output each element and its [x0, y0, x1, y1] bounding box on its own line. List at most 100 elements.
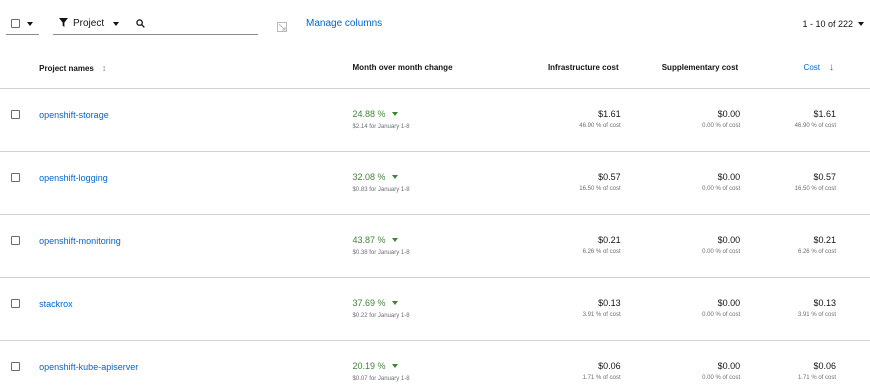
filter-type-label: Project	[73, 18, 105, 29]
column-header-label: Month over month change	[352, 63, 453, 73]
infrastructure-cost-percent: 16.50 % of cost	[579, 185, 621, 192]
infrastructure-cost-value: $1.61	[598, 108, 621, 119]
project-link[interactable]: openshift-logging	[39, 173, 108, 183]
month-over-month-cell: 32.08 % $0.83 for January 1-8	[352, 151, 508, 215]
supplementary-cost-percent: 0.00 % of cost	[702, 374, 741, 381]
cost-value: $0.57	[813, 171, 836, 182]
infrastructure-cost-percent: 1.71 % of cost	[582, 374, 621, 381]
project-link[interactable]: openshift-monitoring	[39, 236, 121, 246]
supplementary-cost-value: $0.00	[717, 360, 741, 371]
column-header-label: Infrastructure cost	[547, 63, 619, 73]
search-input[interactable]	[151, 18, 251, 29]
row-checkbox[interactable]	[11, 109, 20, 119]
arrow-down-icon	[391, 111, 398, 116]
month-over-month-percent: 32.08 %	[352, 171, 386, 182]
infrastructure-cost-percent: 6.26 % of cost	[582, 248, 621, 255]
project-link[interactable]: stackrox	[39, 299, 73, 309]
row-select-cell	[0, 151, 40, 215]
table-row: openshift-logging 32.08 % $0.83 for Januar…	[0, 151, 870, 215]
month-over-month-percent: 37.69 %	[352, 297, 386, 308]
cost-percent: 1.71 % of cost	[797, 374, 836, 381]
month-over-month-detail: $2.14 for January 1-8	[352, 123, 410, 130]
month-over-month-value: 24.88 %	[353, 109, 508, 119]
cost-cell: $1.61 46.90 % of cost	[744, 88, 870, 152]
column-header-supplementary-cost: Supplementary cost	[624, 48, 745, 89]
cost-value: $0.06	[813, 360, 836, 371]
table-header-row: Project names ↕ Month over month change I…	[0, 48, 870, 89]
column-header-label: Supplementary cost	[661, 63, 739, 73]
project-name-cell: openshift-logging	[39, 151, 353, 215]
cost-percent: 46.90 % of cost	[794, 122, 836, 129]
toolbar: Project Manage columns 1 - 10 of 222	[0, 0, 870, 48]
supplementary-cost-percent: 0.00 % of cost	[702, 248, 741, 255]
cost-value: $0.21	[813, 234, 836, 245]
infrastructure-cost-value: $0.21	[598, 234, 621, 245]
project-name-cell: openshift-storage	[39, 88, 353, 152]
month-over-month-detail: $0.22 for January 1-8	[352, 312, 410, 319]
month-over-month-percent: 20.19 %	[352, 360, 386, 371]
chevron-down-icon	[27, 21, 33, 26]
column-header-label: Project names	[39, 63, 94, 73]
cost-cell: $0.21 6.26 % of cost	[744, 214, 870, 278]
infrastructure-cost-cell: $0.57 16.50 % of cost	[507, 151, 625, 215]
row-checkbox[interactable]	[11, 361, 20, 371]
column-header-project-names[interactable]: Project names ↕	[39, 48, 353, 89]
month-over-month-detail: $0.83 for January 1-8	[352, 186, 410, 193]
month-over-month-cell: 24.88 % $2.14 for January 1-8	[352, 88, 508, 152]
row-select-cell	[0, 214, 40, 278]
project-link[interactable]: openshift-storage	[39, 110, 109, 120]
bulk-select-dropdown[interactable]	[6, 13, 39, 35]
supplementary-cost-value: $0.00	[717, 234, 741, 245]
column-header-infrastructure-cost: Infrastructure cost	[507, 48, 625, 89]
column-header-month-over-month: Month over month change	[352, 48, 508, 89]
arrow-down-icon	[391, 363, 398, 368]
month-over-month-value: 43.87 %	[353, 235, 508, 245]
export-icon[interactable]	[277, 19, 287, 32]
sort-icon[interactable]: ↕	[102, 63, 107, 73]
project-link[interactable]: openshift-kube-apiserver	[39, 362, 138, 372]
table-row: openshift-monitoring 43.87 % $0.38 for Jan…	[0, 214, 870, 278]
infrastructure-cost-cell: $1.61 46.90 % of cost	[507, 88, 625, 152]
chevron-down-icon	[858, 22, 864, 26]
supplementary-cost-value: $0.00	[717, 297, 741, 308]
row-checkbox[interactable]	[11, 298, 20, 308]
sort-descending-icon[interactable]: ↓	[829, 62, 834, 73]
bulk-select-checkbox[interactable]	[11, 19, 20, 28]
search-field[interactable]	[128, 13, 258, 35]
month-over-month-value: 20.19 %	[353, 361, 508, 371]
table-row: stackrox 37.69 % $0.22 for January 1-8 $0.1…	[0, 277, 870, 341]
row-select-cell	[0, 340, 40, 391]
cost-value: $0.13	[813, 297, 836, 308]
cost-value: $1.61	[813, 108, 836, 119]
month-over-month-detail: $0.07 for January 1-8	[352, 375, 410, 382]
project-name-cell: openshift-kube-apiserver	[39, 340, 353, 391]
arrow-down-icon	[391, 237, 398, 242]
cost-percent: 16.50 % of cost	[794, 185, 836, 192]
month-over-month-value: 37.69 %	[353, 298, 508, 308]
row-checkbox[interactable]	[11, 235, 20, 245]
cost-percent: 6.26 % of cost	[797, 248, 836, 255]
month-over-month-value: 32.08 %	[353, 172, 508, 182]
infrastructure-cost-value: $0.57	[598, 171, 621, 182]
supplementary-cost-cell: $0.00 0.00 % of cost	[624, 277, 745, 341]
infrastructure-cost-cell: $0.13 3.91 % of cost	[507, 277, 625, 341]
supplementary-cost-percent: 0.00 % of cost	[702, 122, 741, 129]
project-name-cell: openshift-monitoring	[39, 214, 353, 278]
infrastructure-cost-cell: $0.21 6.26 % of cost	[507, 214, 625, 278]
infrastructure-cost-value: $0.06	[598, 360, 621, 371]
column-header-cost[interactable]: Cost ↓	[744, 48, 870, 89]
supplementary-cost-percent: 0.00 % of cost	[702, 185, 741, 192]
row-checkbox[interactable]	[11, 172, 20, 182]
column-header-label: Cost	[803, 63, 820, 73]
month-over-month-cell: 37.69 % $0.22 for January 1-8	[352, 277, 508, 341]
month-over-month-cell: 20.19 % $0.07 for January 1-8	[352, 340, 508, 391]
infrastructure-cost-cell: $0.06 1.71 % of cost	[507, 340, 625, 391]
arrow-down-icon	[391, 174, 398, 179]
filter-icon	[59, 17, 68, 30]
filter-type-dropdown[interactable]: Project	[53, 13, 128, 35]
supplementary-cost-percent: 0.00 % of cost	[702, 311, 741, 318]
pagination-toggle[interactable]: 1 - 10 of 222	[802, 19, 864, 29]
manage-columns-button[interactable]: Manage columns	[306, 18, 382, 29]
month-over-month-percent: 24.88 %	[352, 108, 386, 119]
row-select-cell	[0, 88, 40, 152]
